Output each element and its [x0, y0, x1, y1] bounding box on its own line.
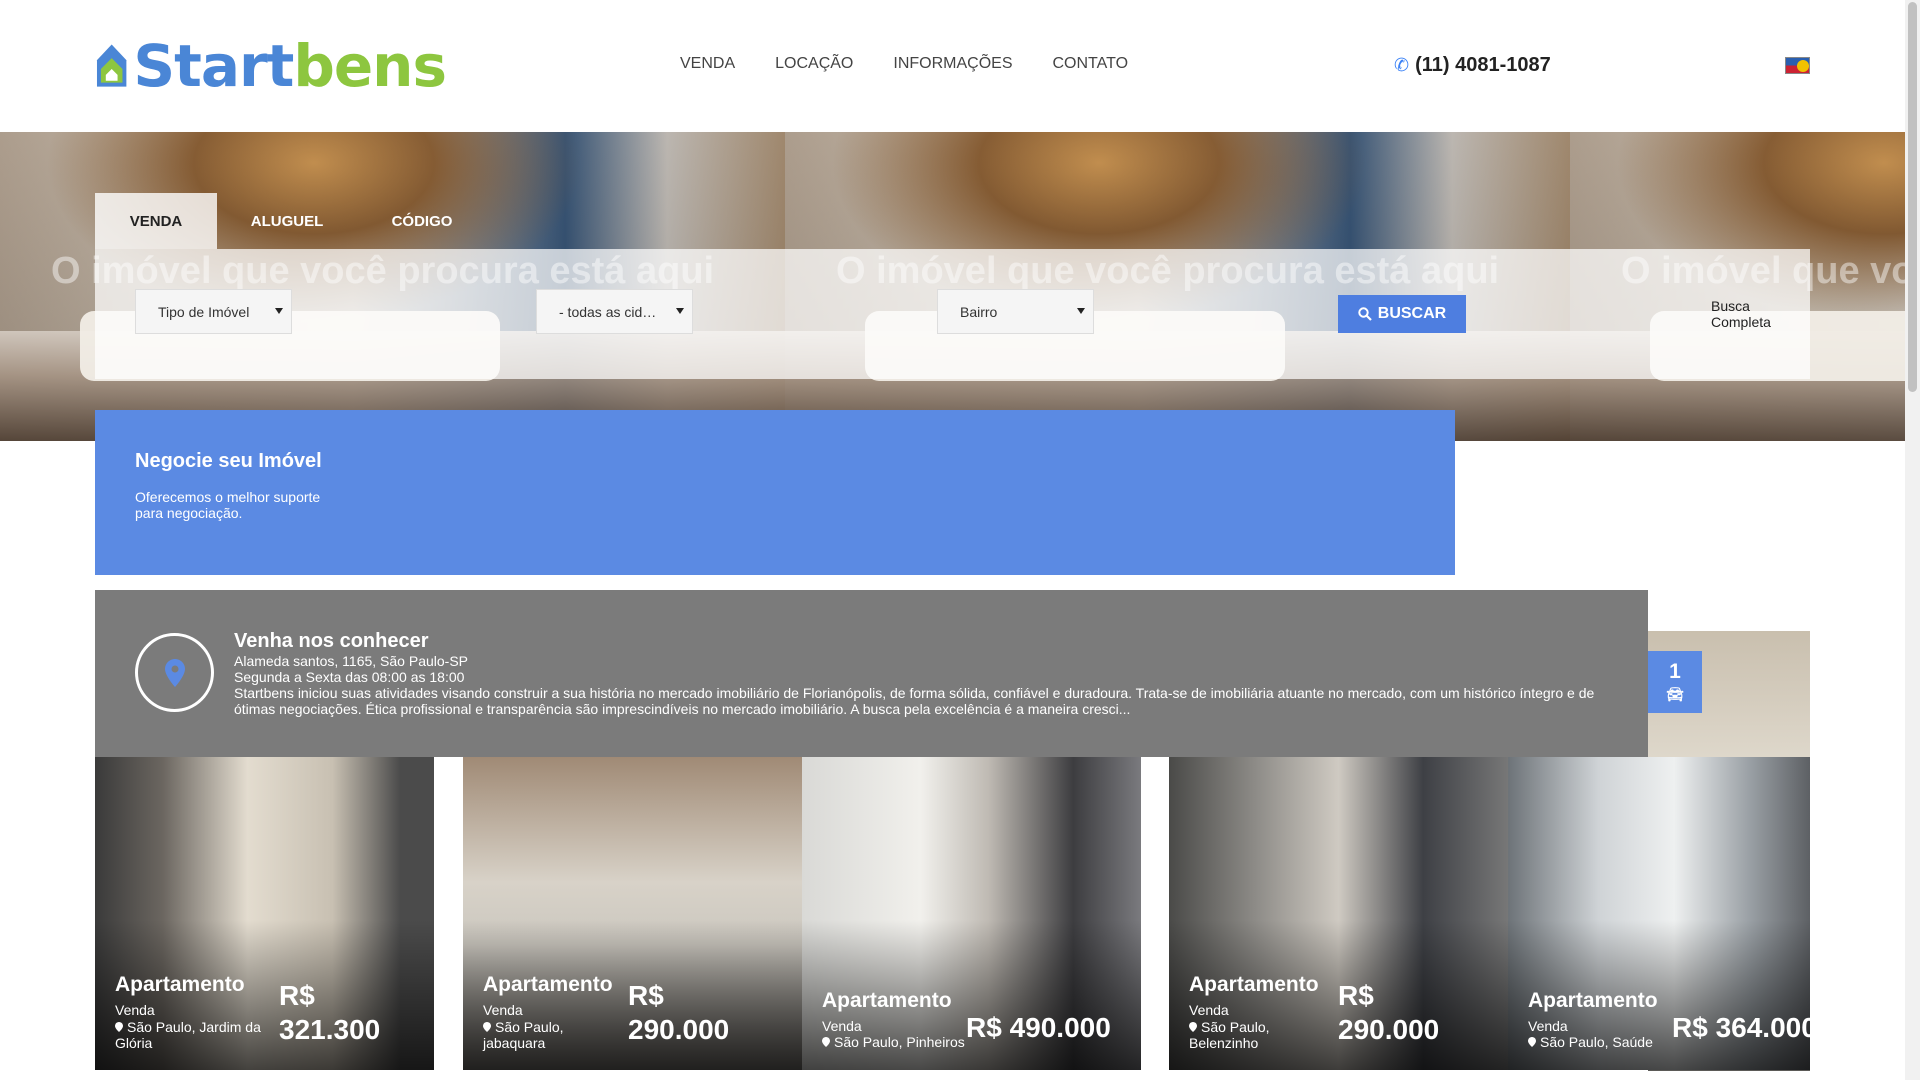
main-nav: VENDA LOCAÇÃO INFORMAÇÕES CONTATO: [680, 55, 1128, 73]
garage-count: 1: [1669, 660, 1681, 683]
listing-mode: Venda: [115, 1002, 155, 1018]
listing-location: São Paulo, Jardim da Glória: [115, 1019, 265, 1051]
car-icon: 🚘︎: [1666, 686, 1684, 702]
hero-banner: O imóvel que você procura está aqui O im…: [0, 132, 1905, 441]
language-flag-icon[interactable]: [1785, 57, 1810, 74]
listing-card[interactable]: Apartamento Venda São Paulo, Belenzinho …: [1169, 757, 1508, 1070]
listing-type: Apartamento: [115, 973, 245, 996]
select-value: Tipo de Imóvel: [158, 303, 250, 320]
listing-location-text: São Paulo, Jardim da Glória: [115, 1019, 261, 1051]
map-pin-icon: [164, 658, 185, 687]
nav-item-locacao[interactable]: LOCAÇÃO: [775, 55, 853, 73]
listing-location-text: São Paulo, Belenzinho: [1189, 1019, 1270, 1051]
house-logo-icon: [96, 44, 127, 87]
nav-item-venda[interactable]: VENDA: [680, 55, 735, 73]
listing-type: Apartamento: [1189, 973, 1319, 996]
page-scrollbar[interactable]: [1905, 0, 1920, 1080]
listing-mode: Venda: [1189, 1002, 1229, 1018]
search-tabs: VENDA ALUGUEL CÓDIGO: [95, 193, 487, 249]
listing-mode: Venda: [483, 1002, 523, 1018]
phone-contact[interactable]: ✆ (11) 4081-1087: [1394, 54, 1551, 77]
scrollbar-thumb[interactable]: [1908, 2, 1917, 392]
listing-price: R$ 290.000: [1338, 980, 1440, 1045]
map-pin-icon: [1189, 1022, 1197, 1032]
listing-price: R$ 290.000: [628, 980, 730, 1045]
listing-location-text: São Paulo, Saúde: [1540, 1034, 1653, 1050]
tipo-imovel-select[interactable]: Tipo de Imóvel: [135, 289, 292, 334]
chevron-down-icon: [676, 308, 684, 314]
listing-location-text: São Paulo, jabaquara: [483, 1019, 564, 1051]
logo-text-bens: bens: [293, 32, 447, 100]
listing-price: R$ 490.000: [966, 1012, 1111, 1043]
page: Startbens VENDA LOCAÇÃO INFORMAÇÕES CONT…: [0, 0, 1920, 1080]
about-address: Alameda santos, 1165, São Paulo-SP: [234, 653, 469, 669]
chevron-down-icon: [275, 308, 283, 314]
negocie-text: Oferecemos o melhor suporte para negocia…: [135, 489, 321, 521]
listing-location: São Paulo, jabaquara: [483, 1019, 613, 1051]
bairro-select[interactable]: Bairro: [937, 289, 1094, 334]
map-pin-icon: [115, 1022, 123, 1032]
phone-number: (11) 4081-1087: [1415, 54, 1551, 76]
listing-type: Apartamento: [822, 989, 952, 1012]
cidade-select[interactable]: - todas as cidades -: [536, 289, 693, 334]
about-title: Venha nos conhecer: [234, 630, 429, 652]
search-icon: [1358, 307, 1372, 321]
phone-icon: ✆: [1394, 55, 1410, 75]
listing-location-text: São Paulo, Pinheiros: [834, 1034, 965, 1050]
startbens-logo[interactable]: Startbens: [96, 20, 447, 112]
listing-type: Apartamento: [483, 973, 613, 996]
logo-wordmark: Startbens: [133, 32, 447, 100]
negocie-panel[interactable]: Negocie seu Imóvel Oferecemos o melhor s…: [95, 410, 1455, 575]
select-value: Bairro: [960, 303, 998, 320]
map-pin-icon: [1528, 1037, 1536, 1047]
listing-price: R$ 364.000: [1672, 1012, 1810, 1043]
map-pin-icon: [822, 1037, 830, 1047]
chevron-down-icon: [1077, 308, 1085, 314]
listing-price: R$ 321.300: [279, 980, 381, 1045]
listing-mode: Venda: [1528, 1018, 1568, 1034]
select-value: - todas as cidades -: [559, 303, 664, 320]
listing-location: São Paulo, Belenzinho: [1189, 1019, 1319, 1051]
listing-card[interactable]: Apartamento Venda São Paulo, Pinheiros R…: [802, 757, 1141, 1070]
listing-card[interactable]: Apartamento Venda São Paulo, jabaquara R…: [463, 757, 802, 1070]
buscar-label: BUSCAR: [1377, 305, 1447, 322]
listing-location: São Paulo, Saúde: [1528, 1034, 1668, 1050]
listing-card[interactable]: Apartamento Venda São Paulo, Saúde R$ 36…: [1508, 757, 1810, 1070]
map-pin-circle[interactable]: [135, 633, 214, 712]
busca-completa-link[interactable]: Busca Completa: [1711, 298, 1781, 330]
about-hours: Segunda a Sexta das 08:00 as 18:00: [234, 669, 465, 685]
tab-venda[interactable]: VENDA: [95, 193, 217, 249]
tab-codigo[interactable]: CÓDIGO: [357, 193, 487, 249]
negocie-title: Negocie seu Imóvel: [135, 450, 322, 472]
nav-item-contato[interactable]: CONTATO: [1053, 55, 1129, 73]
listing-mode: Venda: [822, 1018, 862, 1034]
listing-type: Apartamento: [1528, 989, 1658, 1012]
buscar-button[interactable]: BUSCAR: [1338, 295, 1466, 333]
site-header: Startbens VENDA LOCAÇÃO INFORMAÇÕES CONT…: [0, 0, 1905, 132]
garage-badge: 1 🚘︎: [1648, 651, 1702, 713]
about-description: Startbens iniciou suas atividades visand…: [234, 685, 1595, 717]
listing-card[interactable]: Apartamento Venda São Paulo, Jardim da G…: [95, 757, 434, 1070]
logo-text-start: Start: [133, 32, 294, 100]
tab-aluguel[interactable]: ALUGUEL: [217, 193, 357, 249]
listing-location: São Paulo, Pinheiros: [822, 1034, 982, 1050]
about-panel: Venha nos conhecer Alameda santos, 1165,…: [95, 590, 1648, 757]
map-pin-icon: [483, 1022, 491, 1032]
nav-item-informacoes[interactable]: INFORMAÇÕES: [893, 55, 1012, 73]
